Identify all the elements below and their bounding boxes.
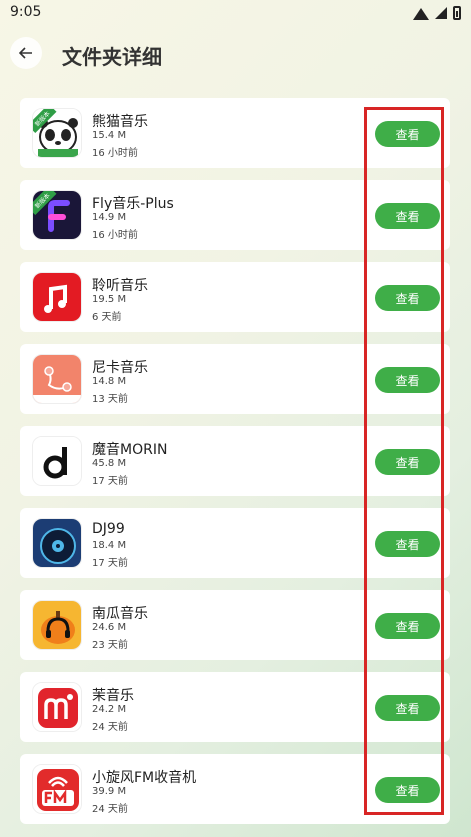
dj99-icon [32,518,82,568]
app-size: 19.5 M [92,294,127,305]
app-size: 15.4 M [92,130,127,141]
app-time: 6 天前 [92,312,122,323]
app-name: 魔音MORIN [92,442,168,458]
back-arrow-icon [19,47,32,59]
highlight-box [364,107,444,815]
back-button[interactable] [10,37,42,69]
app-name: 尼卡音乐 [92,360,148,376]
status-icons [413,6,461,20]
app-name: 聆听音乐 [92,278,148,294]
app-size: 24.6 M [92,622,127,633]
page-title: 文件夹详细 [62,45,162,69]
app-size: 18.4 M [92,540,127,551]
app-time: 16 小时前 [92,148,138,159]
app-time: 13 天前 [92,394,128,405]
fm-radio-icon [32,764,82,814]
app-name: 熊猫音乐 [92,114,148,130]
app-time: 24 天前 [92,804,128,815]
app-time: 24 天前 [92,722,128,733]
pumpkin-music-icon [32,600,82,650]
app-name: 南瓜音乐 [92,606,148,622]
nika-music-icon [32,354,82,404]
signal-icon [435,7,447,19]
wifi-icon [413,8,429,20]
app-size: 14.9 M [92,212,127,223]
app-size: 24.2 M [92,704,127,715]
app-time: 17 天前 [92,476,128,487]
app-name: 小旋风FM收音机 [92,770,197,786]
app-size: 14.8 M [92,376,127,387]
app-name: 茉音乐 [92,688,134,704]
morin-icon [32,436,82,486]
panda-music-icon: 新版本 [32,108,82,158]
app-time: 23 天前 [92,640,128,651]
lingting-music-icon [32,272,82,322]
app-name: Fly音乐-Plus [92,196,174,212]
app-name: DJ99 [92,521,125,537]
status-time: 9:05 [10,4,42,20]
battery-icon [453,6,461,20]
app-size: 45.8 M [92,458,127,469]
status-bar: 9:05 [0,0,471,28]
header: 文件夹详细 [0,28,471,80]
app-time: 16 小时前 [92,230,138,241]
app-time: 17 天前 [92,558,128,569]
fly-music-icon: 新版本 [32,190,82,240]
app-size: 39.9 M [92,786,127,797]
mo-music-icon [32,682,82,732]
